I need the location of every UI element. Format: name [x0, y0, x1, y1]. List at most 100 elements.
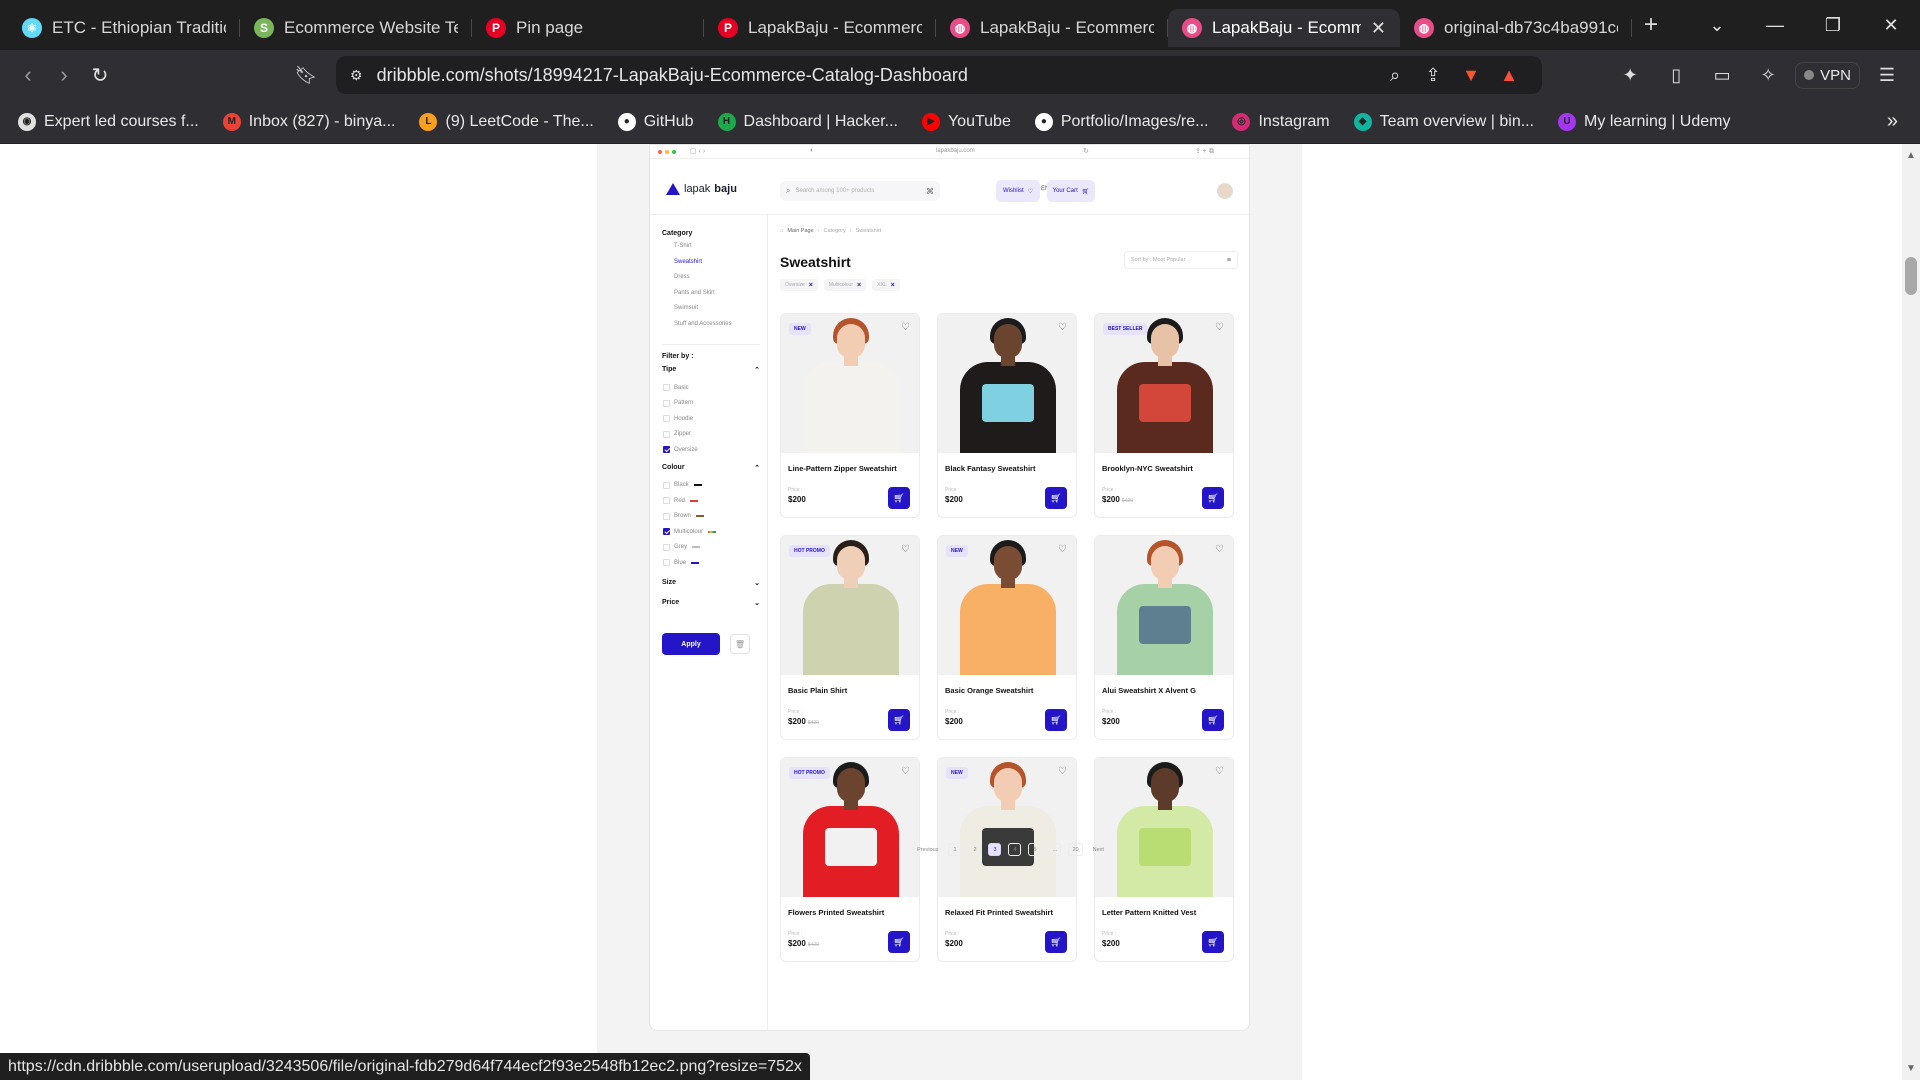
tab-search-icon[interactable]: ⌄	[1688, 15, 1746, 36]
product-name[interactable]: Brooklyn-NYC Sweatshirt	[1102, 464, 1193, 473]
product-image[interactable]	[1095, 758, 1233, 897]
cart-button[interactable]: Your Cart 🛒︎	[1047, 180, 1095, 202]
product-name[interactable]: Relaxed Fit Printed Sweatshirt	[945, 908, 1053, 917]
page-number[interactable]: 4	[1008, 843, 1022, 856]
zoom-search-icon[interactable]: ⌕	[1376, 65, 1414, 86]
tab[interactable]: P Pin page	[472, 9, 704, 47]
product-name[interactable]: Alui Sweatshirt X Alvent G	[1102, 686, 1196, 695]
category-item[interactable]: Pants and Skirt	[674, 290, 760, 306]
heart-icon[interactable]: ♡	[901, 544, 910, 555]
product-card[interactable]: ♡ Letter Pattern Knitted Vest Price : $200 🛒…	[1094, 757, 1234, 962]
page-number[interactable]: 1	[948, 843, 962, 856]
type-group-header[interactable]: Tipe ⌃	[662, 366, 760, 374]
product-card[interactable]: NEW ♡ Basic Orange Sweatshirt Price : $200 🛒︎	[937, 535, 1077, 740]
address-url[interactable]: dribbble.com/shots/18994217-LapakBaju-Ec…	[377, 65, 1376, 86]
wallet-icon[interactable]: ▭	[1703, 65, 1741, 86]
home-icon[interactable]: ⌂	[780, 228, 783, 234]
colour-option[interactable]: Black	[663, 478, 760, 494]
product-card[interactable]: BEST SELLER ♡ Brooklyn-NYC Sweatshirt Price…	[1094, 313, 1234, 518]
back-icon[interactable]: ‹	[10, 62, 46, 88]
checkbox[interactable]	[663, 399, 670, 407]
remove-chip-icon[interactable]: ×	[809, 282, 813, 289]
checkbox[interactable]	[663, 512, 670, 520]
bookmark-item[interactable]: ▶ YouTube	[921, 112, 1011, 131]
type-option[interactable]: Pattern	[663, 396, 760, 412]
add-to-cart-button[interactable]: 🛒︎	[1202, 709, 1224, 731]
add-to-cart-button[interactable]: 🛒︎	[888, 709, 910, 731]
product-card[interactable]: NEW ♡ Line-Pattern Zipper Sweatshirt Price …	[780, 313, 920, 518]
page-number[interactable]: 3	[988, 843, 1002, 856]
bookmark-item[interactable]: ◉ Expert led courses f...	[18, 112, 199, 131]
page-number[interactable]: 5	[1028, 843, 1042, 856]
checkbox[interactable]	[663, 559, 670, 567]
store-logo[interactable]: lapak baju	[666, 183, 737, 195]
checkbox[interactable]	[663, 415, 670, 423]
product-card[interactable]: HOT PROMO ♡ Flowers Printed Sweatshirt Pric…	[780, 757, 920, 962]
product-name[interactable]: Basic Plain Shirt	[788, 686, 847, 695]
tab[interactable]: S Ecommerce Website Temp	[240, 9, 472, 47]
add-to-cart-button[interactable]: 🛒︎	[888, 487, 910, 509]
product-card[interactable]: NEW ♡ Relaxed Fit Printed Sweatshirt Price …	[937, 757, 1077, 962]
forward-icon[interactable]: ›	[46, 62, 82, 88]
product-name[interactable]: Flowers Printed Sweatshirt	[788, 908, 884, 917]
category-item[interactable]: Sweatshirt	[674, 259, 760, 275]
product-name[interactable]: Basic Orange Sweatshirt	[945, 686, 1033, 695]
brave-rewards-icon[interactable]: ▲	[1490, 65, 1528, 86]
product-card[interactable]: ♡ Alui Sweatshirt X Alvent G Price : $200 🛒︎	[1094, 535, 1234, 740]
add-to-cart-button[interactable]: 🛒︎	[1045, 709, 1067, 731]
site-info-icon[interactable]: ⚙︎	[350, 67, 363, 84]
apply-button[interactable]: Apply	[662, 633, 720, 655]
vpn-button[interactable]: VPN	[1795, 61, 1860, 89]
filter-chip[interactable]: Multicolour ×	[823, 279, 867, 291]
product-card[interactable]: HOT PROMO ♡ Basic Plain Shirt Price : $200 $4…	[780, 535, 920, 740]
address-bar[interactable]: ⚙︎ dribbble.com/shots/18994217-LapakBaju…	[336, 56, 1542, 94]
add-to-cart-button[interactable]: 🛒︎	[1202, 931, 1224, 953]
type-option[interactable]: Hoodie	[663, 411, 760, 427]
checkbox[interactable]	[663, 384, 670, 392]
tab[interactable]: ◍ original-db73c4ba991ce0	[1400, 9, 1632, 47]
colour-option[interactable]: Multicolour	[663, 524, 760, 540]
checkbox[interactable]	[663, 430, 670, 438]
type-option[interactable]: Oversize	[663, 442, 760, 458]
page-scrollbar[interactable]: ▲ ▼	[1902, 144, 1920, 1080]
category-item[interactable]: Dress	[674, 274, 760, 290]
add-to-cart-button[interactable]: 🛒︎	[888, 931, 910, 953]
product-search[interactable]: ⌕ Search among 100+ products ⌘	[780, 181, 940, 201]
share-icon[interactable]: ⇪	[1414, 65, 1452, 86]
remove-chip-icon[interactable]: ×	[857, 282, 861, 289]
product-image[interactable]	[938, 314, 1076, 453]
product-name[interactable]: Letter Pattern Knitted Vest	[1102, 908, 1196, 917]
tab[interactable]: ⚛ ETC - Ethiopian Traditiona	[8, 9, 240, 47]
heart-icon[interactable]: ♡	[1058, 544, 1067, 555]
checkbox[interactable]	[663, 528, 670, 536]
next-page-button[interactable]: Next	[1090, 843, 1107, 856]
menu-icon[interactable]: ☰	[1868, 65, 1906, 86]
minimize-icon[interactable]: —	[1746, 15, 1804, 36]
heart-icon[interactable]: ♡	[1215, 322, 1224, 333]
bookmark-item[interactable]: U My learning | Udemy	[1558, 112, 1730, 131]
tab[interactable]: ◍ LapakBaju - Ecommerce C	[936, 9, 1168, 47]
colour-option[interactable]: Red	[663, 493, 760, 509]
restore-icon[interactable]: ❐	[1804, 15, 1862, 36]
add-to-cart-button[interactable]: 🛒︎	[1045, 931, 1067, 953]
heart-icon[interactable]: ♡	[1215, 544, 1224, 555]
wishlist-button[interactable]: Wishlist ♡	[996, 180, 1040, 202]
checkbox[interactable]	[663, 497, 670, 505]
type-option[interactable]: Basic	[663, 380, 760, 396]
category-item[interactable]: Swimsuit	[674, 305, 760, 321]
heart-icon[interactable]: ♡	[1215, 766, 1224, 777]
scroll-down-icon[interactable]: ▼	[1906, 1063, 1916, 1074]
more-bookmarks-icon[interactable]: »	[1887, 110, 1898, 133]
close-window-icon[interactable]: ✕	[1862, 15, 1920, 36]
bookmark-item[interactable]: L (9) LeetCode - The...	[419, 112, 594, 131]
sidebar-icon[interactable]: ▯	[1657, 65, 1695, 86]
brave-shields-icon[interactable]: ▼	[1452, 65, 1490, 86]
bookmark-icon[interactable]: 🔖︎	[288, 65, 324, 86]
page-number[interactable]: 20	[1068, 843, 1083, 856]
colour-option[interactable]: Brown	[663, 509, 760, 525]
clear-filters-button[interactable]: 🗑︎	[730, 634, 750, 654]
page-number[interactable]: 2	[968, 843, 982, 856]
category-item[interactable]: Stuff and Accessories	[674, 321, 760, 337]
filter-chip[interactable]: Oversize ×	[780, 279, 818, 291]
extensions-icon[interactable]: ✦	[1611, 65, 1649, 86]
